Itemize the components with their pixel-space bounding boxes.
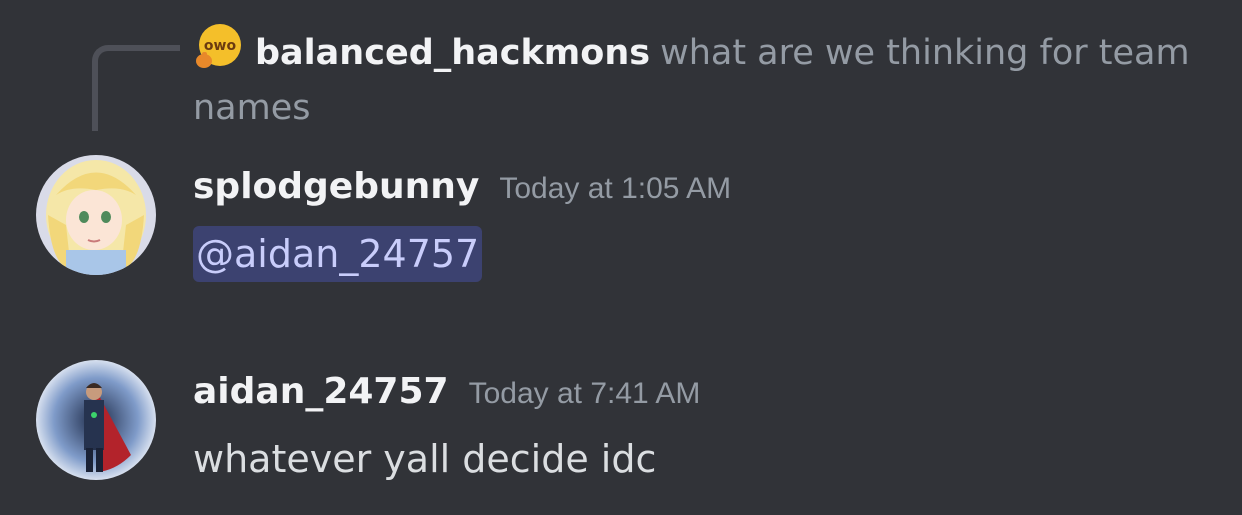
- message-header: splodgebunny Today at 1:05 AM: [193, 162, 731, 218]
- message-content: @aidan_24757: [193, 226, 483, 282]
- timestamp[interactable]: Today at 7:41 AM: [469, 377, 701, 410]
- username[interactable]: splodgebunny: [193, 166, 479, 207]
- username[interactable]: aidan_24757: [193, 371, 449, 412]
- reply-author[interactable]: balanced_hackmons: [255, 33, 650, 73]
- owo-emoji-avatar-icon[interactable]: owo: [193, 22, 243, 72]
- svg-text:owo: owo: [204, 38, 237, 54]
- anime-girl-avatar-icon[interactable]: [36, 155, 156, 275]
- user-mention[interactable]: @aidan_24757: [193, 226, 483, 282]
- caped-figure-avatar-icon[interactable]: [36, 360, 156, 480]
- message-header: aidan_24757 Today at 7:41 AM: [193, 367, 700, 423]
- message-text: whatever yall decide idc: [193, 437, 657, 481]
- timestamp[interactable]: Today at 1:05 AM: [499, 172, 731, 205]
- reply-preview[interactable]: owo balanced_hackmons what are we thinkin…: [193, 22, 1193, 136]
- reply-spine: [92, 45, 180, 131]
